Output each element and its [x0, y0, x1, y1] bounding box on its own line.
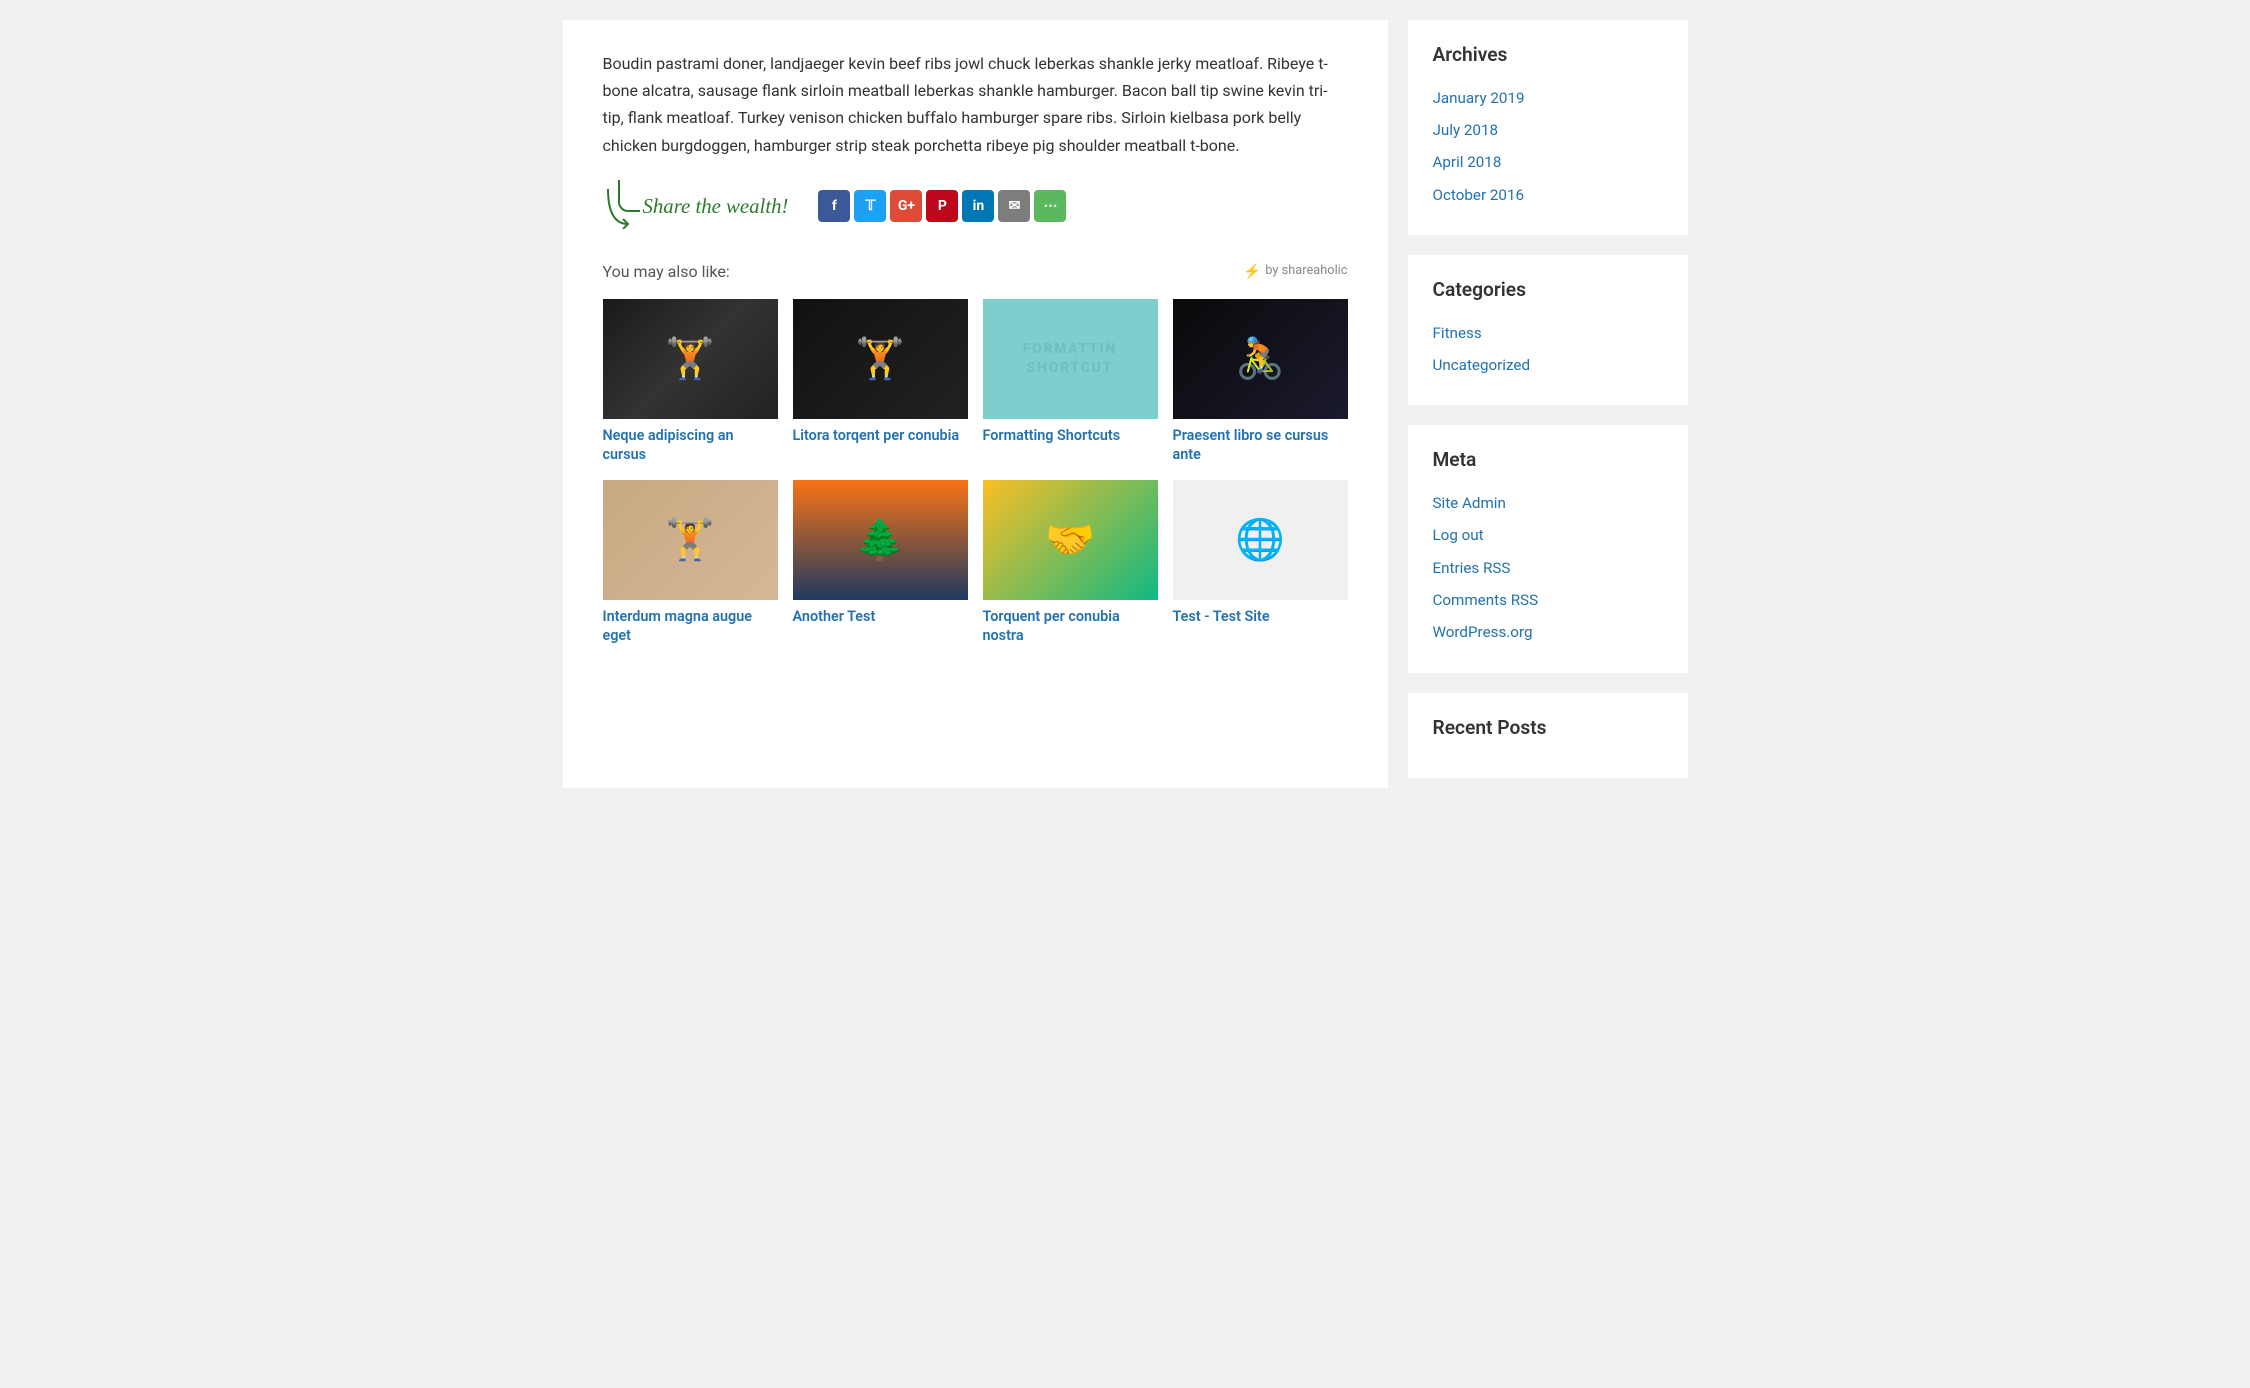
meta-link-site-admin[interactable]: Site Admin [1433, 491, 1663, 515]
card-interdum-title[interactable]: Interdum magna augue eget [603, 608, 778, 645]
card-test-site[interactable]: Test - Test Site [1173, 480, 1348, 645]
main-content: Boudin pastrami doner, landjaeger kevin … [563, 20, 1388, 788]
archive-link-oct2016[interactable]: October 2016 [1433, 183, 1663, 207]
card-torquent[interactable]: Torquent per conubia nostra [983, 480, 1158, 645]
article-text: Boudin pastrami doner, landjaeger kevin … [603, 50, 1348, 159]
meta-title: Meta [1433, 445, 1663, 476]
card-praesent-title[interactable]: Praesent libro se cursus ante [1173, 427, 1348, 464]
recent-posts-title: Recent Posts [1433, 713, 1663, 744]
share-label: Share the wealth! [643, 190, 789, 223]
sidebar-divider-3 [1408, 683, 1688, 693]
card-torquent-image [983, 480, 1158, 600]
card-formatting[interactable]: FORMATTINSHORTCUT Formatting Shortcuts [983, 299, 1158, 464]
card-interdum-image [603, 480, 778, 600]
card-neque[interactable]: Neque adipiscing an cursus [603, 299, 778, 464]
recent-posts-section: Recent Posts [1408, 693, 1688, 779]
facebook-share-button[interactable]: f [818, 190, 850, 222]
email-share-button[interactable]: ✉ [998, 190, 1030, 222]
sidebar-divider-2 [1408, 415, 1688, 425]
meta-link-entries-rss[interactable]: Entries RSS [1433, 556, 1663, 580]
more-share-button[interactable]: ⋯ [1034, 190, 1066, 222]
bolt-icon: ⚡ [1243, 260, 1261, 283]
meta-link-log-out[interactable]: Log out [1433, 523, 1663, 547]
card-interdum[interactable]: Interdum magna augue eget [603, 480, 778, 645]
category-link-uncategorized[interactable]: Uncategorized [1433, 353, 1663, 377]
googleplus-share-button[interactable]: G+ [890, 190, 922, 222]
linkedin-share-button[interactable]: in [962, 190, 994, 222]
card-test-site-title[interactable]: Test - Test Site [1173, 608, 1348, 627]
card-formatting-title[interactable]: Formatting Shortcuts [983, 427, 1158, 446]
sidebar: Archives January 2019 July 2018 April 20… [1388, 20, 1688, 788]
meta-link-comments-rss[interactable]: Comments RSS [1433, 588, 1663, 612]
archives-title: Archives [1433, 40, 1663, 71]
card-torquent-title[interactable]: Torquent per conubia nostra [983, 608, 1158, 645]
meta-link-wordpress[interactable]: WordPress.org [1433, 620, 1663, 644]
twitter-share-button[interactable]: 𝕋 [854, 190, 886, 222]
archive-link-apr2018[interactable]: April 2018 [1433, 150, 1663, 174]
pinterest-share-button[interactable]: P [926, 190, 958, 222]
categories-section: Categories Fitness Uncategorized [1408, 255, 1688, 405]
category-link-fitness[interactable]: Fitness [1433, 321, 1663, 345]
card-another-title[interactable]: Another Test [793, 608, 968, 627]
card-test-site-image [1173, 480, 1348, 600]
meta-section: Meta Site Admin Log out Entries RSS Comm… [1408, 425, 1688, 672]
by-shareaholic: ⚡ by shareaholic [1243, 260, 1347, 283]
categories-title: Categories [1433, 275, 1663, 306]
card-another[interactable]: Another Test [793, 480, 968, 645]
card-litora[interactable]: Litora torqent per conubia [793, 299, 968, 464]
card-neque-title[interactable]: Neque adipiscing an cursus [603, 427, 778, 464]
formatting-placeholder-text: FORMATTINSHORTCUT [1023, 340, 1117, 378]
sidebar-divider-1 [1408, 245, 1688, 255]
card-praesent[interactable]: Praesent libro se cursus ante [1173, 299, 1348, 464]
card-another-image [793, 480, 968, 600]
card-formatting-image: FORMATTINSHORTCUT [983, 299, 1158, 419]
share-icons: f 𝕋 G+ P in ✉ ⋯ [818, 190, 1066, 222]
cards-row-2: Interdum magna augue eget Another Test T… [603, 480, 1348, 645]
share-section: Share the wealth! f 𝕋 G+ P in ✉ ⋯ [603, 184, 1348, 229]
you-may-like-text: You may also like: [603, 259, 730, 285]
card-litora-image [793, 299, 968, 419]
archive-link-jan2019[interactable]: January 2019 [1433, 86, 1663, 110]
cards-row-1: Neque adipiscing an cursus Litora torqen… [603, 299, 1348, 464]
card-litora-title[interactable]: Litora torqent per conubia [793, 427, 968, 446]
archives-section: Archives January 2019 July 2018 April 20… [1408, 20, 1688, 235]
archive-link-jul2018[interactable]: July 2018 [1433, 118, 1663, 142]
card-praesent-image [1173, 299, 1348, 419]
you-may-like-section: You may also like: ⚡ by shareaholic [603, 259, 1348, 285]
card-neque-image [603, 299, 778, 419]
